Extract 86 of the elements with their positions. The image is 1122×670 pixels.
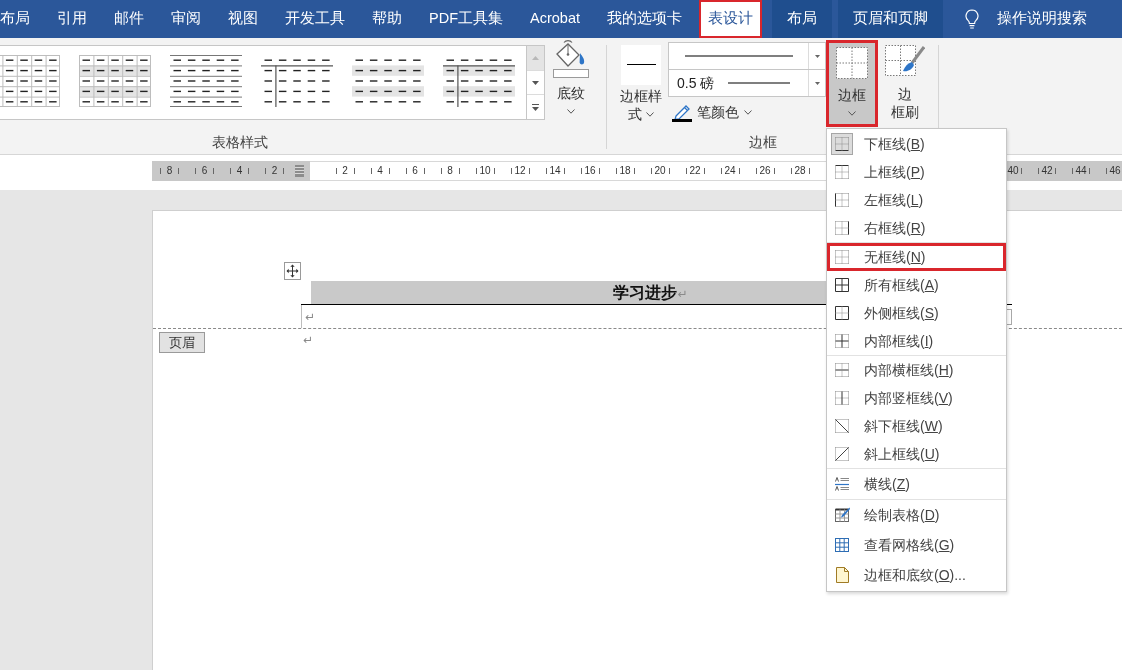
border-style-icon [621, 45, 661, 85]
line-weight-dropdown[interactable]: 0.5 磅 [668, 69, 826, 97]
ruler-number: 46 [1109, 165, 1121, 177]
ribbon-tab[interactable]: 审阅 [157, 0, 215, 38]
menu-item[interactable]: 边框和底纹(O)... [827, 560, 1006, 590]
group-label: 表格样式 [212, 133, 268, 152]
caret-icon [744, 110, 752, 115]
pen-icon [672, 103, 692, 122]
ruler-number: 6 [412, 165, 418, 177]
table-header-text: 学习进步 [613, 284, 678, 301]
menu-item[interactable]: 斜下框线(W) [827, 412, 1006, 440]
ribbon-tab[interactable]: 我的选项卡 [593, 0, 696, 38]
menu-item[interactable]: 所有框线(A) [827, 271, 1006, 299]
expand-arrow-icon [532, 103, 539, 111]
ruler-number: 4 [236, 165, 243, 177]
caret-icon [646, 111, 654, 117]
ruler-number: 8 [166, 165, 173, 177]
ribbon-tab[interactable]: Acrobat [516, 0, 594, 38]
menu-item[interactable]: 斜上框线(U) [827, 440, 1006, 468]
menu-item[interactable]: 左框线(L) [827, 186, 1006, 214]
caret-icon [567, 109, 575, 114]
menu-item[interactable]: 横线(Z) [827, 469, 1006, 499]
caret-icon [848, 111, 856, 116]
dropdown-arrow-icon [814, 81, 820, 85]
table-style-thumbnail[interactable] [79, 55, 151, 107]
menu-item[interactable]: 外侧框线(S) [827, 299, 1006, 327]
ruler-number: 8 [447, 165, 453, 177]
ruler-number: 18 [619, 165, 631, 177]
ribbon-tab[interactable]: 帮助 [358, 0, 416, 38]
up-arrow-icon [532, 55, 539, 60]
ribbon-tab[interactable]: 引用 [43, 0, 101, 38]
ribbon-tab[interactable]: 表设计 [699, 0, 763, 38]
ruler-number: 40 [1007, 165, 1019, 177]
menu-item[interactable]: 右框线(R) [827, 214, 1006, 242]
move-handle-icon[interactable] [284, 262, 301, 280]
shading-button[interactable]: 底纹 [548, 38, 594, 114]
ribbon-tab[interactable]: 页眉和页脚 [838, 0, 944, 38]
border-painter-button[interactable]: 边 框刷 [884, 38, 926, 121]
ruler-number: 24 [724, 165, 736, 177]
paragraph-mark: ↵ [677, 287, 688, 301]
borders-button[interactable]: 边框 [826, 40, 878, 127]
ruler-number: 12 [514, 165, 526, 177]
ruler-number: 28 [794, 165, 806, 177]
ribbon-tab[interactable]: 邮件 [100, 0, 158, 38]
ruler-number: 26 [759, 165, 771, 177]
group-label: 边框 [748, 133, 777, 152]
ruler-number: 16 [584, 165, 596, 177]
ruler-number: 4 [377, 165, 383, 177]
dropdown-arrow-icon [814, 54, 820, 58]
dotted-grid-icon [836, 47, 868, 79]
ruler-number: 2 [271, 165, 278, 177]
menu-item[interactable]: 内部横框线(H) [827, 356, 1006, 384]
menu-item[interactable]: 无框线(N) [827, 243, 1006, 271]
paragraph-mark: ↵ [303, 333, 314, 347]
lightbulb-icon [965, 9, 980, 29]
pen-color-button[interactable]: 笔颜色 [672, 102, 754, 123]
ruler-number: 42 [1041, 165, 1053, 177]
menu-item[interactable]: 内部框线(I) [827, 327, 1006, 355]
ruler-number: 14 [549, 165, 561, 177]
ribbon-tab[interactable]: 布局 [0, 0, 44, 38]
ruler-number: 10 [479, 165, 491, 177]
ribbon-tab[interactable]: PDF工具集 [415, 0, 517, 38]
menu-item[interactable]: 内部竖框线(V) [827, 384, 1006, 412]
ruler-number: 22 [689, 165, 701, 177]
paragraph-mark: ↵ [305, 308, 316, 326]
ribbon-tab[interactable]: 布局 [772, 0, 833, 38]
border-styles-button[interactable]: 边框样 式 [614, 38, 668, 123]
ruler-number: 20 [654, 165, 666, 177]
menu-item[interactable]: 查看网格线(G) [827, 530, 1006, 560]
ruler-number: 6 [201, 165, 208, 177]
line-sample-icon [728, 82, 791, 84]
tell-me-search[interactable]: 操作说明搜索 [965, 0, 1088, 38]
ruler-number: 2 [342, 165, 348, 177]
menu-item[interactable]: 下框线(B) [827, 130, 1006, 158]
header-label: 页眉 [159, 332, 205, 353]
line-style-dropdown[interactable] [668, 42, 826, 70]
indent-marker-icon[interactable] [295, 165, 304, 177]
down-arrow-icon [532, 80, 539, 85]
ruler-number: 44 [1075, 165, 1087, 177]
table-style-thumbnail[interactable] [170, 55, 242, 107]
line-sample-icon [685, 55, 793, 57]
table-style-thumbnail[interactable] [0, 55, 60, 107]
ribbon-tab[interactable]: 视图 [214, 0, 272, 38]
menu-item[interactable]: 绘制表格(D) [827, 500, 1006, 530]
menu-item[interactable]: 上框线(P) [827, 158, 1006, 186]
ribbon-tab[interactable]: 开发工具 [271, 0, 359, 38]
